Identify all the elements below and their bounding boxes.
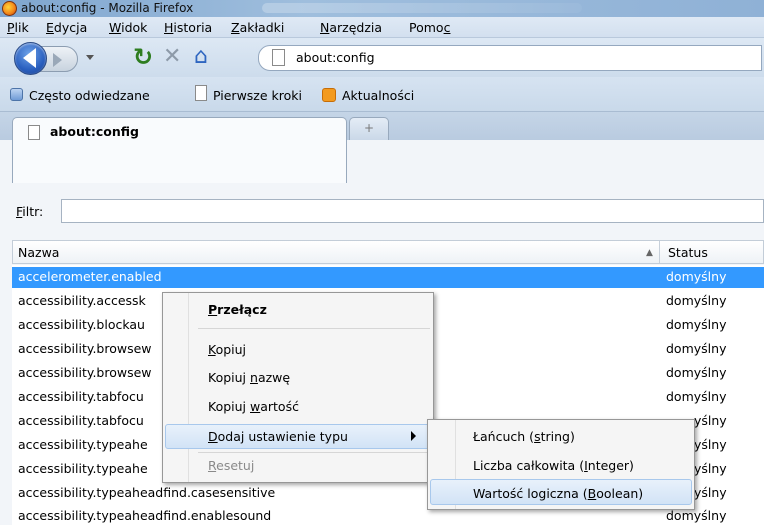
pref-status: domyślny bbox=[666, 293, 727, 308]
bookmark-getting-started[interactable]: Pierwsze kroki bbox=[213, 88, 302, 103]
reload-icon[interactable]: ↻ bbox=[133, 45, 153, 69]
pref-status: domyślny bbox=[666, 365, 727, 380]
menu-gutter bbox=[188, 293, 189, 482]
bookmark-most-visited[interactable]: Często odwiedzane bbox=[29, 88, 150, 103]
title-bar-decoration bbox=[262, 3, 582, 13]
table-row[interactable]: accelerometer.enabled domyślny bbox=[12, 267, 764, 288]
menu-file[interactable]: Plik bbox=[7, 20, 29, 35]
menu-bar: Plik Edycja Widok Historia Zakładki Narz… bbox=[0, 17, 764, 38]
window-title: about:config - Mozilla Firefox bbox=[21, 1, 194, 15]
menu-item-copy-name[interactable]: Kopiuj nazwę bbox=[208, 370, 290, 385]
menu-bookmarks[interactable]: Zakładki bbox=[231, 20, 284, 35]
pref-name: accessibility.browsew bbox=[18, 341, 152, 356]
filter-input[interactable] bbox=[61, 199, 764, 223]
rss-feed-icon bbox=[322, 88, 336, 102]
filter-label: Filtr: bbox=[16, 204, 44, 219]
pref-status: domyślny bbox=[666, 317, 727, 332]
home-icon[interactable]: ⌂ bbox=[194, 46, 208, 68]
pref-status: yślny bbox=[694, 485, 727, 500]
pref-name: accessibility.tabfocu bbox=[18, 413, 144, 428]
menu-item-reset: Resetuj bbox=[208, 458, 255, 473]
menu-separator bbox=[198, 452, 430, 453]
back-arrow-icon bbox=[23, 48, 36, 68]
page-icon bbox=[272, 49, 285, 66]
firefox-icon bbox=[2, 1, 17, 16]
pref-name: accessibility.typeahe bbox=[18, 437, 148, 452]
column-header-name[interactable]: Nazwa bbox=[18, 245, 59, 260]
pref-status: yślny bbox=[694, 413, 727, 428]
pref-status: yślny bbox=[694, 461, 727, 476]
menu-edit[interactable]: Edycja bbox=[46, 20, 87, 35]
menu-item-boolean[interactable]: Wartość logiczna (Boolean) bbox=[473, 486, 643, 501]
pref-name: accessibility.accessk bbox=[18, 293, 146, 308]
pref-status: domyślny bbox=[666, 269, 727, 284]
pref-name: accelerometer.enabled bbox=[18, 269, 162, 284]
menu-tools[interactable]: Narzędzia bbox=[320, 20, 382, 35]
menu-item-copy-value[interactable]: Kopiuj wartość bbox=[208, 399, 299, 414]
pref-name: accessibility.typeaheadfind.enablesound bbox=[18, 508, 272, 523]
pref-name: accessibility.typeaheadfind.casesensitiv… bbox=[18, 485, 276, 500]
menu-item-toggle[interactable]: Przełącz bbox=[208, 302, 267, 317]
pref-status: domyślny bbox=[666, 389, 727, 404]
page-icon bbox=[195, 85, 207, 101]
menu-history[interactable]: Historia bbox=[164, 20, 212, 35]
menu-help[interactable]: Pomoc bbox=[409, 20, 450, 35]
page-icon bbox=[28, 125, 40, 140]
menu-item-string[interactable]: Łańcuch (string) bbox=[473, 429, 575, 444]
menu-item-add-setting[interactable]: Dodaj ustawienie typu bbox=[208, 429, 348, 444]
context-menu bbox=[162, 292, 434, 483]
column-divider[interactable] bbox=[659, 241, 660, 263]
pref-name: accessibility.browsew bbox=[18, 365, 152, 380]
tab-label: about:config bbox=[50, 124, 139, 139]
pref-status: domyślny bbox=[666, 341, 727, 356]
pref-name: accessibility.blockau bbox=[18, 317, 145, 332]
history-dropdown-icon[interactable] bbox=[86, 55, 94, 60]
pref-status: domyślny bbox=[666, 508, 727, 523]
new-tab-button[interactable]: + bbox=[349, 117, 389, 140]
menu-item-copy[interactable]: Kopiuj bbox=[208, 342, 246, 357]
pref-name: accessibility.typeahe bbox=[18, 461, 148, 476]
menu-view[interactable]: Widok bbox=[109, 20, 147, 35]
most-visited-icon bbox=[10, 88, 23, 101]
submenu-arrow-icon bbox=[411, 431, 416, 441]
forward-arrow-icon bbox=[53, 53, 62, 67]
sort-ascending-icon: ▲ bbox=[646, 248, 653, 258]
menu-item-integer[interactable]: Liczba całkowita (Integer) bbox=[473, 458, 634, 473]
stop-icon[interactable]: ✕ bbox=[163, 45, 181, 69]
column-header-status[interactable]: Status bbox=[668, 245, 708, 260]
bookmark-latest-headlines[interactable]: Aktualności bbox=[342, 88, 414, 103]
pref-status: yślny bbox=[694, 437, 727, 452]
back-button[interactable] bbox=[14, 42, 47, 75]
menu-separator bbox=[198, 328, 430, 329]
pref-name: accessibility.tabfocu bbox=[18, 389, 144, 404]
url-text[interactable]: about:config bbox=[296, 50, 375, 65]
